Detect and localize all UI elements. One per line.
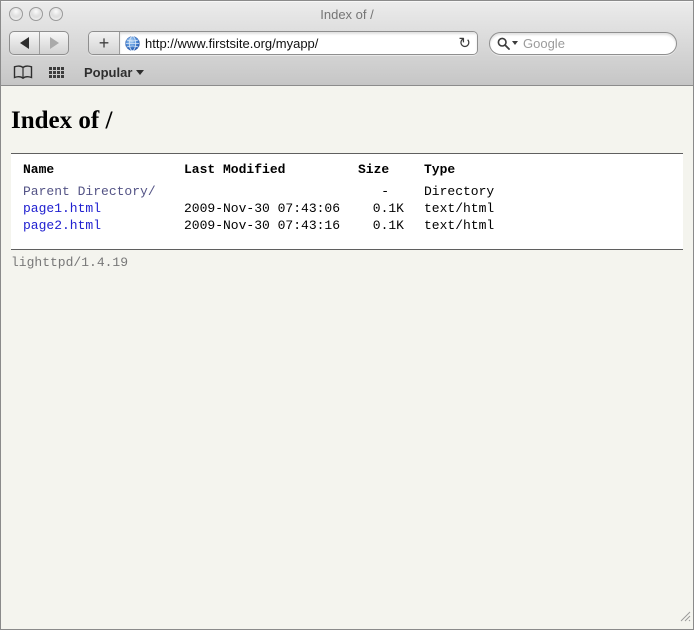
modified-cell: 2009-Nov-30 07:43:06 <box>184 200 358 217</box>
modified-cell <box>184 183 358 200</box>
column-header-name: Name <box>23 161 184 183</box>
globe-favicon-icon <box>125 36 140 51</box>
type-cell: Directory <box>404 183 494 200</box>
navigation-buttons <box>9 31 69 55</box>
resize-grip[interactable] <box>678 609 691 627</box>
directory-listing: Name Last Modified Size Type Parent Dire… <box>11 153 683 250</box>
directory-table: Name Last Modified Size Type Parent Dire… <box>23 161 494 234</box>
column-header-modified: Last Modified <box>184 161 358 183</box>
bookmark-item-label: Popular <box>84 65 132 80</box>
forward-button[interactable] <box>39 32 68 54</box>
forward-arrow-icon <box>50 37 59 49</box>
toolbar: + <box>1 27 693 59</box>
table-row: page1.html 2009-Nov-30 07:43:06 0.1K tex… <box>23 200 494 217</box>
search-options-caret-icon[interactable] <box>512 41 518 45</box>
page-title: Index of / <box>11 107 683 135</box>
top-sites-grid-icon[interactable] <box>49 67 64 78</box>
new-tab-button[interactable]: + <box>89 32 120 54</box>
table-row: Parent Directory/ - Directory <box>23 183 494 200</box>
browser-chrome: Index of / + <box>1 1 693 86</box>
type-cell: text/html <box>404 217 494 234</box>
back-arrow-icon <box>20 37 29 49</box>
magnifier-icon <box>497 37 510 50</box>
search-placeholder: Google <box>523 36 565 51</box>
file-link[interactable]: page1.html <box>23 201 101 216</box>
reload-icon[interactable]: ↻ <box>458 34 471 52</box>
table-row: page2.html 2009-Nov-30 07:43:16 0.1K tex… <box>23 217 494 234</box>
bookmarks-book-icon[interactable] <box>13 65 33 80</box>
size-cell: 0.1K <box>358 217 404 234</box>
modified-cell: 2009-Nov-30 07:43:16 <box>184 217 358 234</box>
close-window-button[interactable] <box>9 7 23 21</box>
window-title: Index of / <box>1 7 693 22</box>
column-header-size: Size <box>358 161 404 183</box>
address-bar-group: + <box>88 31 478 55</box>
bookmark-item-popular[interactable]: Popular <box>84 65 144 80</box>
parent-directory-link[interactable]: Parent Directory/ <box>23 184 156 199</box>
type-cell: text/html <box>404 200 494 217</box>
size-cell: - <box>358 183 404 200</box>
size-cell: 0.1K <box>358 200 404 217</box>
browser-window: Index of / + <box>0 0 694 630</box>
server-signature: lighttpd/1.4.19 <box>11 255 683 270</box>
title-bar[interactable]: Index of / <box>1 1 693 27</box>
back-button[interactable] <box>10 32 39 54</box>
bookmarks-bar: Popular <box>1 59 693 85</box>
zoom-window-button[interactable] <box>49 7 63 21</box>
file-link[interactable]: page2.html <box>23 218 101 233</box>
window-controls <box>9 7 63 21</box>
table-header-row: Name Last Modified Size Type <box>23 161 494 183</box>
minimize-window-button[interactable] <box>29 7 43 21</box>
search-field[interactable]: Google <box>489 32 677 55</box>
chevron-down-icon <box>136 70 144 75</box>
column-header-type: Type <box>404 161 494 183</box>
page-content: Index of / Name Last Modified Size Type … <box>1 107 693 630</box>
address-bar[interactable]: http://www.firstsite.org/myapp/ ↻ <box>120 32 477 54</box>
url-text[interactable]: http://www.firstsite.org/myapp/ <box>145 36 454 51</box>
